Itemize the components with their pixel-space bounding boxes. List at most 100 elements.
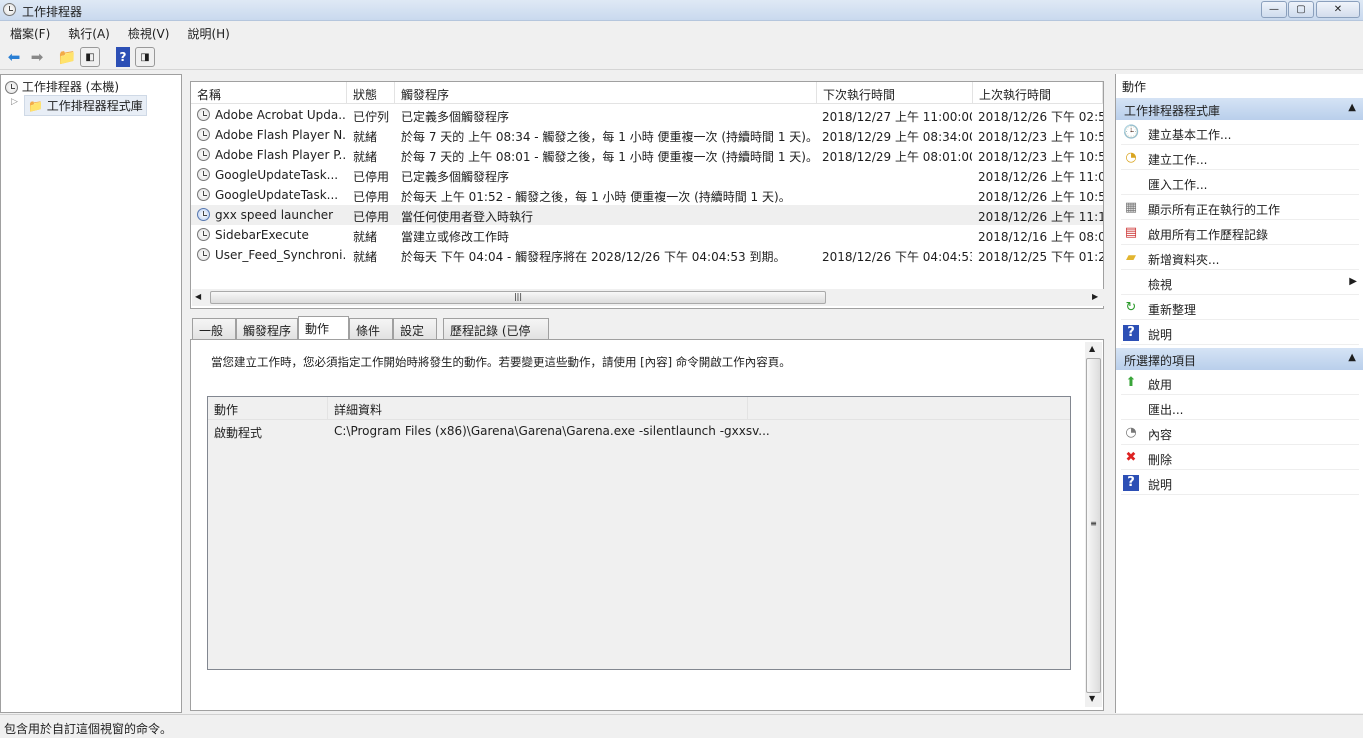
task-name: GoogleUpdateTask... (215, 168, 339, 182)
task-row[interactable]: Adobe Flash Player P... 就緒 於每 7 天的 上午 08:0… (191, 145, 1103, 165)
task-list: 名稱 狀態 觸發程序 下次執行時間 上次執行時間 Adobe Acrobat U… (190, 81, 1104, 309)
menu-file[interactable]: 檔案(F) (0, 22, 58, 42)
section-title: 所選擇的項目 (1124, 354, 1197, 368)
action-section1-item[interactable]: ? 說明 (1121, 321, 1359, 345)
submenu-arrow-icon: ▶ (1349, 276, 1357, 287)
task-name: SidebarExecute (215, 228, 309, 242)
menu-view[interactable]: 檢視(V) (118, 22, 178, 42)
window-title: 工作排程器 (22, 5, 83, 19)
tab-strip: 一般 觸發程序 動作 條件 設定 歷程記錄 (已停用) (190, 316, 1104, 355)
action-section1-item[interactable]: 檢視 ▶ (1121, 271, 1359, 295)
task-last: 2018/12/23 上午 10:57 (978, 130, 1103, 144)
actions-pane: 動作 工作排程器程式庫 ▲ 🕒 建立基本工作... ◔ 建立工作... 匯入工作... ▦ 顯… (1115, 74, 1363, 713)
task-row[interactable]: User_Feed_Synchroni... 就緒 於每天 下午 04:04 - 觸… (191, 245, 1103, 265)
task-row[interactable]: Adobe Acrobat Upda... 已佇列 已定義多個觸發程序 2018/12… (191, 105, 1103, 125)
tab-triggers[interactable]: 觸發程序 (236, 318, 298, 340)
action-label: 啟用 (1148, 378, 1173, 392)
tab-conditions[interactable]: 條件 (349, 318, 393, 340)
up-folder-icon[interactable]: 📁 (57, 47, 77, 67)
action-label: 建立基本工作... (1148, 128, 1232, 142)
column-header-next-run[interactable]: 下次執行時間 (817, 82, 973, 104)
action-section2-item[interactable]: 匯出... (1121, 396, 1359, 420)
task-status: 已停用 (353, 170, 390, 184)
column-header-action[interactable]: 動作 (208, 397, 328, 419)
table-row[interactable]: 啟動程式 C:\Program Files (x86)\Garena\Garen… (208, 419, 1070, 440)
action-section2-item[interactable]: ⬆ 啟用 (1121, 371, 1359, 395)
column-header-status[interactable]: 狀態 (347, 82, 395, 104)
menu-help[interactable]: 說明(H) (177, 22, 237, 42)
action-section1-item[interactable]: ▰ 新增資料夾... (1121, 246, 1359, 270)
task-clock-icon (197, 128, 210, 141)
action-section1-item[interactable]: 🕒 建立基本工作... (1121, 121, 1359, 145)
tab-settings[interactable]: 設定 (393, 318, 437, 340)
tab-actions[interactable]: 動作 (298, 316, 349, 341)
vertical-scrollbar[interactable]: ▲ ≡ ▼ (1085, 342, 1102, 707)
minimize-button[interactable]: — (1261, 1, 1287, 18)
menu-bar: 檔案(F) 執行(A) 檢視(V) 說明(H) (0, 22, 1363, 43)
task-status: 就緒 (353, 150, 378, 164)
action-section1-item[interactable]: ↻ 重新整理 (1121, 296, 1359, 320)
close-button[interactable]: ✕ (1316, 1, 1360, 18)
create-basic-task-icon: 🕒 (1123, 125, 1140, 140)
menu-action[interactable]: 執行(A) (58, 22, 118, 42)
task-name: GoogleUpdateTask... (215, 188, 339, 202)
tab-general[interactable]: 一般 (192, 318, 236, 340)
show-hide-action-pane-icon[interactable]: ◨ (135, 47, 155, 67)
scroll-right-icon[interactable]: ▶ (1092, 292, 1098, 301)
tree-item-library[interactable]: 📁 工作排程器程式庫 (24, 95, 147, 116)
action-label: 匯出... (1148, 403, 1184, 417)
collapse-icon[interactable]: ▲ (1348, 102, 1356, 113)
task-name: Adobe Acrobat Upda... (215, 108, 345, 122)
task-row[interactable]: gxx speed launcher 已停用 當任何使用者登入時執行 2018/12/… (191, 205, 1103, 225)
scroll-up-icon[interactable]: ▲ (1089, 344, 1095, 353)
task-row[interactable]: Adobe Flash Player N... 就緒 於每 7 天的 上午 08:3… (191, 125, 1103, 145)
task-status: 就緒 (353, 130, 378, 144)
expand-arrow-icon[interactable]: ▷ (11, 97, 18, 107)
column-header-details[interactable]: 詳細資料 (328, 397, 748, 419)
back-arrow-icon[interactable]: ⬅ (4, 47, 24, 67)
column-header-name[interactable]: 名稱 (191, 82, 347, 104)
task-trigger: 已定義多個觸發程序 (401, 170, 510, 184)
action-section1-item[interactable]: ▦ 顯示所有正在執行的工作 (1121, 196, 1359, 220)
task-row[interactable]: SidebarExecute 就緒 當建立或修改工作時 2018/12/16 上午 0… (191, 225, 1103, 245)
show-hide-console-tree-icon[interactable]: ◧ (80, 47, 100, 67)
collapse-icon[interactable]: ▲ (1348, 352, 1356, 363)
action-label: 檢視 (1148, 278, 1173, 292)
scroll-left-icon[interactable]: ◀ (195, 292, 201, 301)
task-row[interactable]: GoogleUpdateTask... 已停用 已定義多個觸發程序 2018/12/2… (191, 165, 1103, 185)
history-icon: ▤ (1124, 225, 1138, 240)
task-next: 2018/12/29 上午 08:34:00 (822, 130, 972, 144)
column-header-last-run[interactable]: 上次執行時間 (973, 82, 1103, 104)
action-section2-item[interactable]: ? 說明 (1121, 471, 1359, 495)
task-row[interactable]: GoogleUpdateTask... 已停用 於每天 上午 01:52 - 觸發之… (191, 185, 1103, 205)
task-next: 2018/12/26 下午 04:04:53 (822, 250, 972, 264)
scroll-thumb[interactable]: ||| (210, 291, 826, 304)
action-label: 啟用所有工作歷程記錄 (1148, 228, 1269, 242)
task-clock-icon (197, 228, 210, 241)
task-clock-icon (197, 208, 210, 221)
action-section1-item[interactable]: ▤ 啟用所有工作歷程記錄 (1121, 221, 1359, 245)
tab-history[interactable]: 歷程記錄 (已停用) (443, 318, 549, 355)
scroll-thumb[interactable]: ≡ (1086, 358, 1101, 693)
action-section2-item[interactable]: ◔ 內容 (1121, 421, 1359, 445)
help-icon[interactable]: ? (116, 47, 130, 67)
folder-clock-icon: 📁 (28, 99, 43, 113)
action-section1-item[interactable]: 匯入工作... (1121, 171, 1359, 195)
refresh-icon: ↻ (1125, 300, 1137, 315)
forward-arrow-icon[interactable]: ➡ (27, 47, 47, 67)
task-last: 2018/12/26 上午 11:13 (978, 210, 1103, 224)
maximize-button[interactable]: ▢ (1288, 1, 1314, 18)
action-section2-item[interactable]: ✖ 刪除 (1121, 446, 1359, 470)
scroll-down-icon[interactable]: ▼ (1089, 694, 1095, 703)
column-header-trigger[interactable]: 觸發程序 (395, 82, 817, 104)
section-selected-item[interactable]: 所選擇的項目 ▲ (1116, 348, 1363, 370)
task-trigger: 當建立或修改工作時 (401, 230, 510, 244)
action-section1-item[interactable]: ◔ 建立工作... (1121, 146, 1359, 170)
tree-root[interactable]: 工作排程器 (本機) (5, 78, 119, 95)
help-icon: ? (1123, 475, 1139, 491)
action-label: 匯入工作... (1148, 178, 1208, 192)
horizontal-scrollbar[interactable]: ◀ ||| ▶ (192, 289, 1104, 306)
section-library[interactable]: 工作排程器程式庫 ▲ (1116, 98, 1363, 120)
task-trigger: 已定義多個觸發程序 (401, 110, 510, 124)
enable-arrow-icon: ⬆ (1125, 375, 1137, 390)
